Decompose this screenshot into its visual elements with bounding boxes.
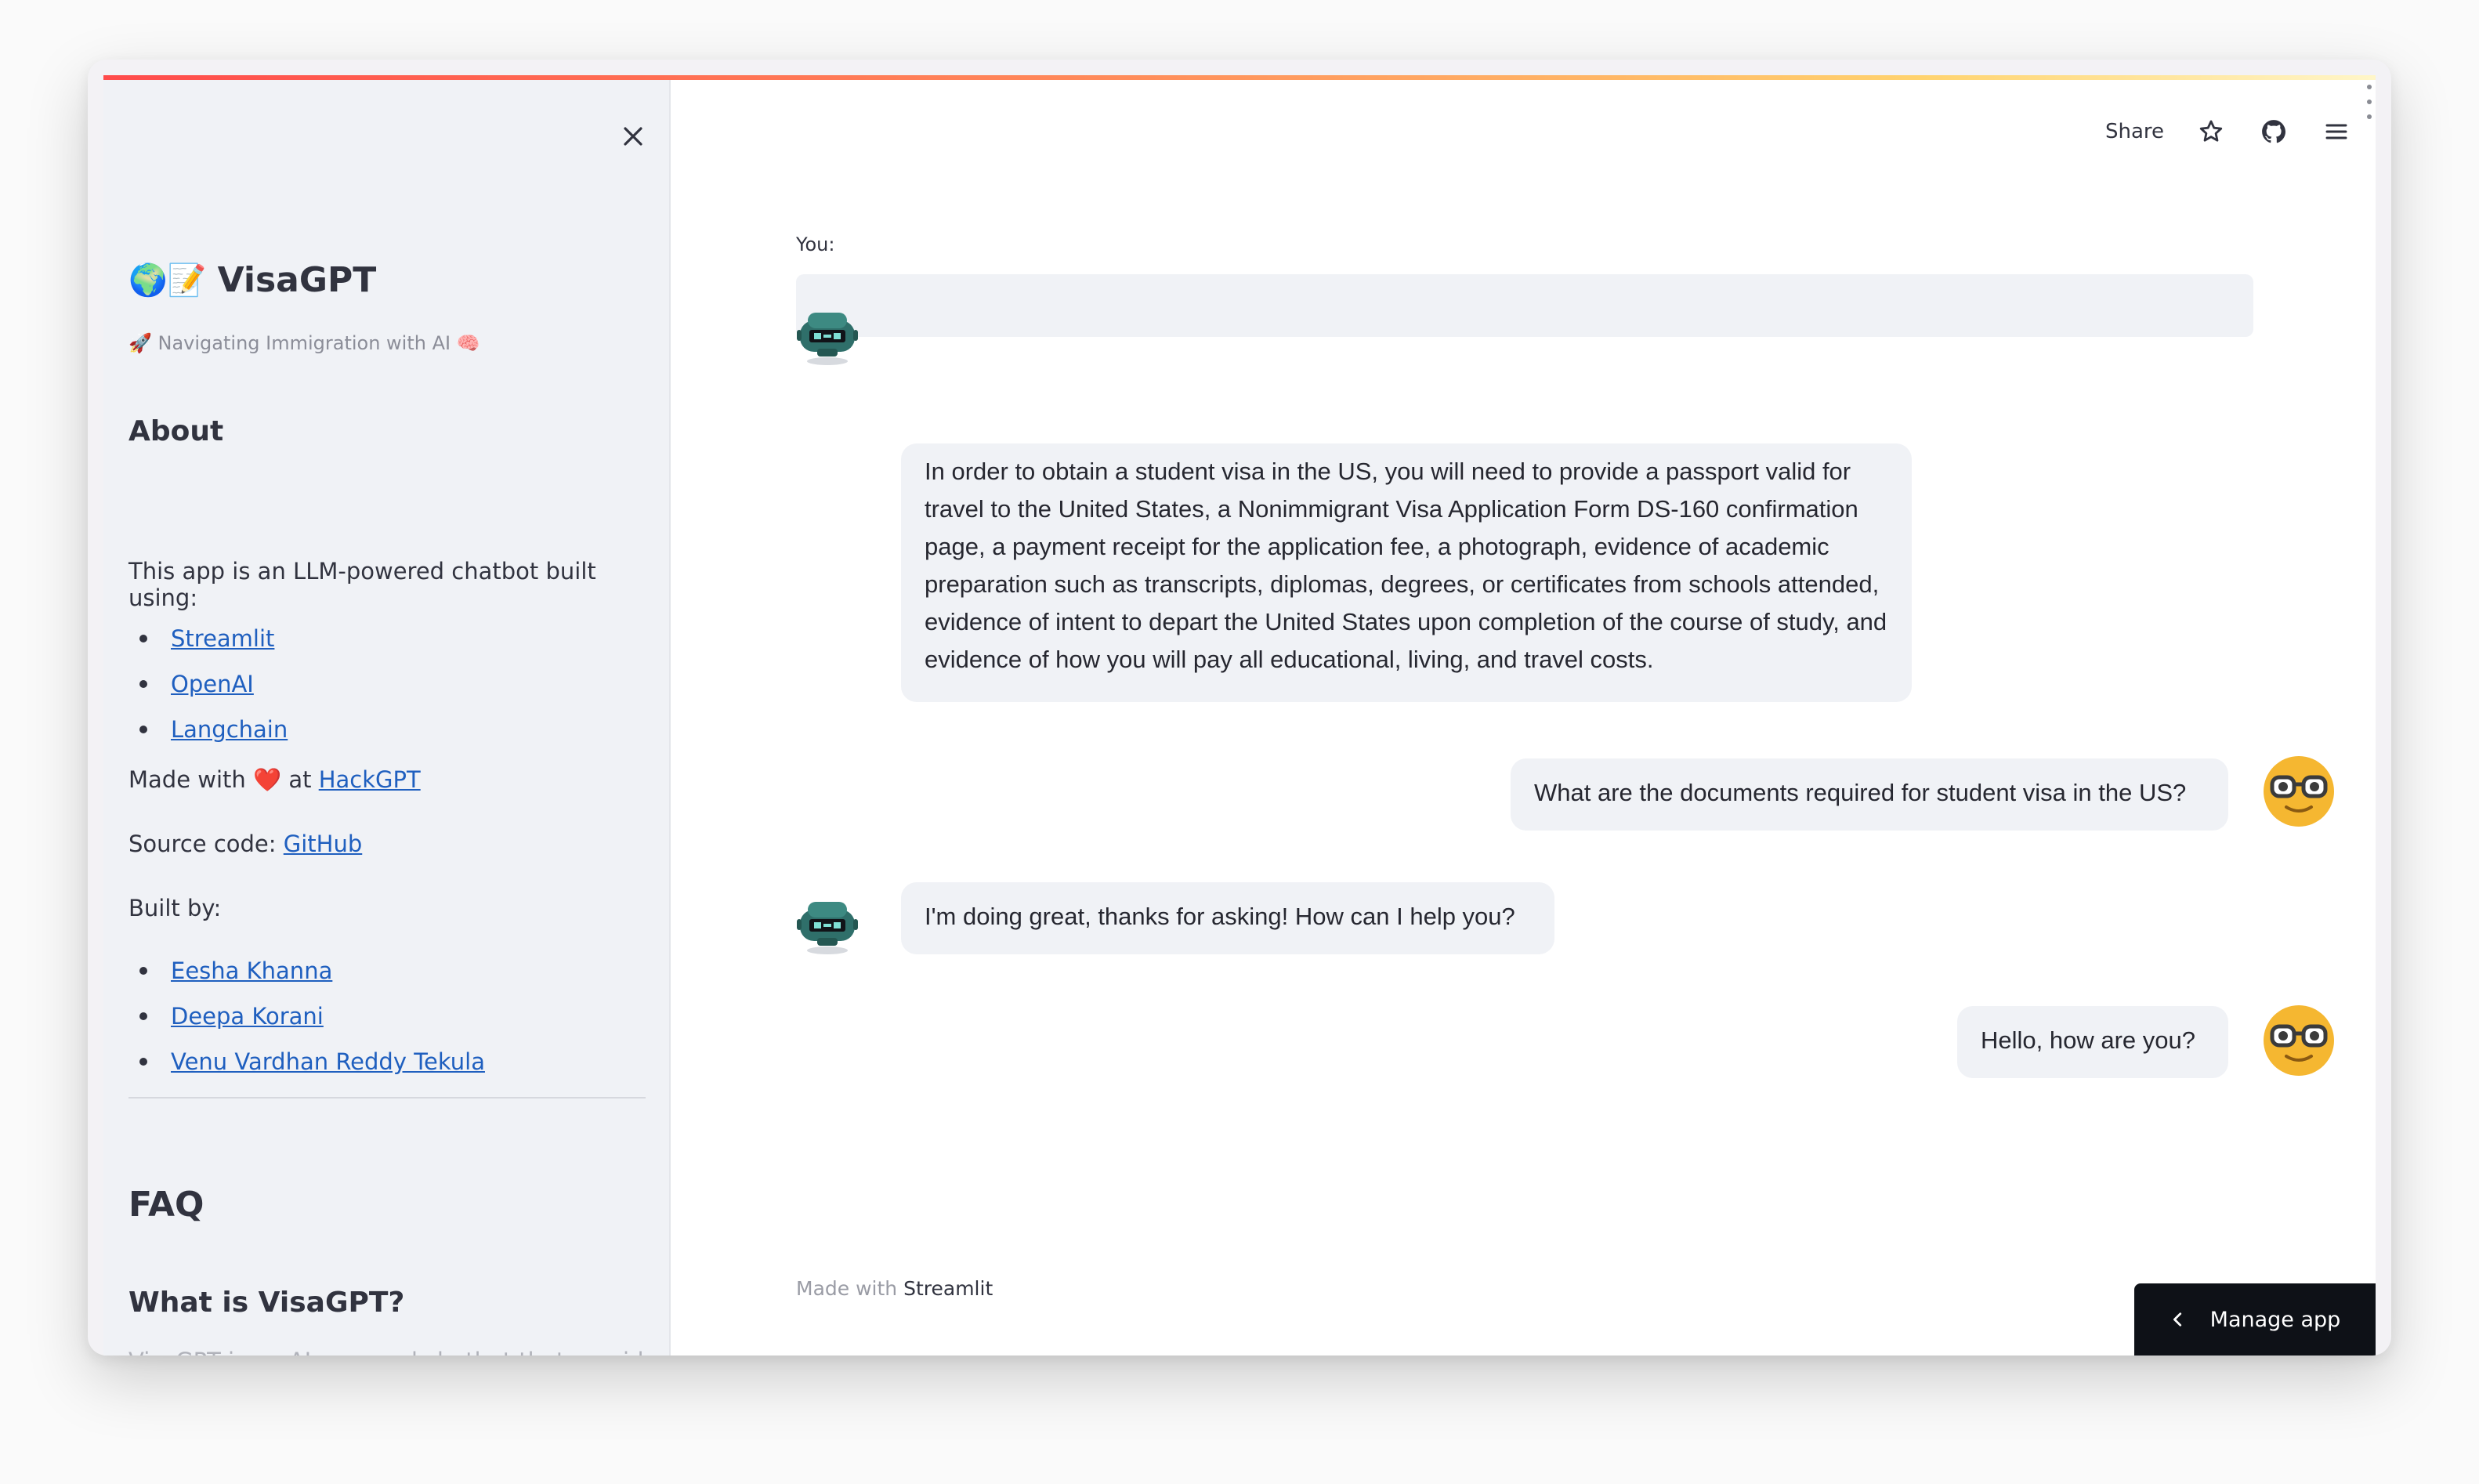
hackgpt-link[interactable]: HackGPT [319,766,421,793]
app-title-text: VisaGPT [217,260,377,300]
footer: Made with Streamlit [796,1277,993,1300]
about-heading: About [128,415,224,447]
sidebar-divider [128,1097,646,1099]
app-tagline: 🚀 Navigating Immigration with AI 🧠 [128,332,480,354]
faq-question-heading: What is VisaGPT? [128,1287,405,1319]
bot-avatar [791,298,863,370]
user-message-bubble: Hello, how are you? [1957,1006,2228,1078]
bot-message-bubble: I'm doing great, thanks for asking! How … [901,882,1554,954]
list-item: Eesha Khanna [128,948,485,994]
faq-heading: FAQ [128,1185,204,1225]
main-content: You: In order to obtain a student visa i… [672,80,2376,1356]
author-link-eesha[interactable]: Eesha Khanna [171,957,332,984]
chat-input[interactable] [796,274,2253,337]
streamlit-app: 🌍📝 VisaGPT 🚀 Navigating Immigration with… [103,75,2376,1356]
built-by-label: Built by: [128,895,222,921]
bullet-dot [139,726,147,733]
list-item: Deepa Korani [128,994,485,1039]
user-message-text: Hello, how are you? [1981,1026,2195,1054]
browser-window: 🌍📝 VisaGPT 🚀 Navigating Immigration with… [88,60,2391,1356]
app-title: 🌍📝 VisaGPT [128,260,376,300]
chevron-left-icon [2173,1312,2181,1327]
source-code-prefix: Source code: [128,831,284,857]
close-icon [624,127,642,146]
footer-made-with: Made with [796,1277,898,1300]
list-item: OpenAI [128,661,288,707]
bullet-dot [139,1012,147,1020]
user-message-bubble: What are the documents required for stud… [1511,758,2228,831]
source-code-line: Source code: GitHub [128,831,362,857]
github-link[interactable]: GitHub [284,831,363,857]
bot-message-bubble: In order to obtain a student visa in the… [901,443,1912,702]
bot-message-text: In order to obtain a student visa in the… [925,458,1887,673]
heart-emoji: ❤️ [253,766,282,793]
list-item: Langchain [128,707,288,752]
streamlit-link[interactable]: Streamlit [171,625,274,652]
sidebar: 🌍📝 VisaGPT 🚀 Navigating Immigration with… [103,80,671,1356]
authors-list: Eesha Khanna Deepa Korani Venu Vardhan R… [128,948,485,1084]
langchain-link[interactable]: Langchain [171,716,288,743]
made-with-prefix: Made with [128,766,254,793]
globe-memo-emoji: 🌍📝 [128,262,207,299]
bullet-dot [139,1058,147,1066]
bot-avatar [791,887,863,959]
chat-input-label: You: [796,233,835,255]
tech-list: Streamlit OpenAI Langchain [128,616,288,752]
nerd-face-icon [2264,1005,2334,1076]
close-sidebar-button[interactable] [611,114,655,158]
faq-answer-partial: VisaGPT is an AI-powered chatbot that pr… [128,1348,669,1356]
about-text: This app is an LLM-powered chatbot built… [128,558,596,611]
footer-streamlit-link[interactable]: Streamlit [903,1277,993,1300]
nerd-face-icon [2264,756,2334,827]
manage-app-label: Manage app [2209,1307,2341,1332]
bullet-dot [139,635,147,642]
user-avatar [2263,1004,2335,1077]
author-link-deepa[interactable]: Deepa Korani [171,1003,324,1030]
author-link-venu[interactable]: Venu Vardhan Reddy Tekula [171,1048,485,1075]
user-avatar [2263,755,2335,827]
made-with-at: at [281,766,319,793]
made-with-line: Made with ❤️ at HackGPT [128,766,421,794]
bot-message-text: I'm doing great, thanks for asking! How … [925,903,1515,930]
bullet-dot [139,680,147,688]
robot-icon [797,902,858,954]
openai-link[interactable]: OpenAI [171,671,254,697]
list-item: Venu Vardhan Reddy Tekula [128,1039,485,1084]
manage-app-button[interactable]: Manage app [2134,1283,2376,1356]
list-item: Streamlit [128,616,288,661]
user-message-text: What are the documents required for stud… [1534,779,2187,806]
bullet-dot [139,967,147,975]
robot-icon [797,313,858,365]
